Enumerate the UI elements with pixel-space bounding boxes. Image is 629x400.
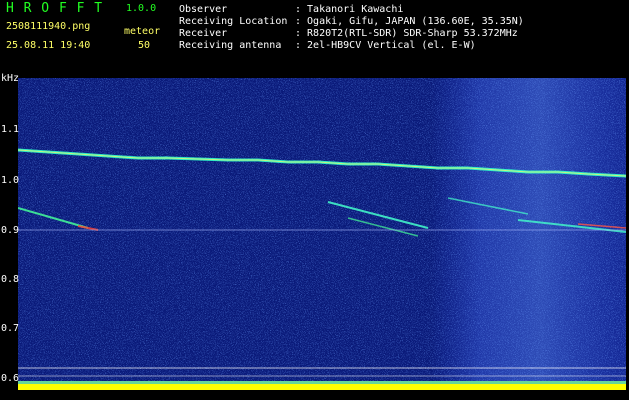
y-tick: 0.7 <box>1 323 20 334</box>
y-tick: 0.6 <box>1 373 20 384</box>
capture-filename: 2508111940.png <box>6 21 91 32</box>
meteor-count: 50 <box>138 40 151 51</box>
info-label-location: Receiving Location <box>179 16 288 27</box>
y-tick: 0.8 <box>1 274 20 285</box>
y-tick: 1.1 <box>1 124 20 135</box>
info-value-location: : Ogaki, Gifu, JAPAN (136.60E, 35.35N) <box>295 16 524 27</box>
hrofft-window: { "app": {"name": "H R O F F T", "versio… <box>0 0 629 400</box>
app-title: H R O F F T <box>6 1 104 16</box>
y-tick: 1.0 <box>1 175 20 186</box>
info-value-observer: : Takanori Kawachi <box>295 4 404 15</box>
info-value-antenna: : 2el-HB9CV Vertical (el. E-W) <box>295 40 476 51</box>
app-version: 1.0.0 <box>126 3 157 14</box>
info-label-receiver: Receiver <box>179 28 228 39</box>
noise-overlay <box>18 78 626 390</box>
meteor-label: meteor <box>124 26 161 37</box>
info-value-receiver: : R820T2(RTL-SDR) SDR-Sharp 53.372MHz <box>295 28 518 39</box>
signal-level-bar-top <box>18 381 626 384</box>
y-tick: 0.9 <box>1 225 20 236</box>
info-label-observer: Observer <box>179 4 228 15</box>
y-axis-unit: kHz <box>1 73 20 84</box>
capture-datetime: 25.08.11 19:40 <box>6 40 91 51</box>
info-label-antenna: Receiving antenna <box>179 40 282 51</box>
spectrogram-canvas <box>18 78 626 390</box>
